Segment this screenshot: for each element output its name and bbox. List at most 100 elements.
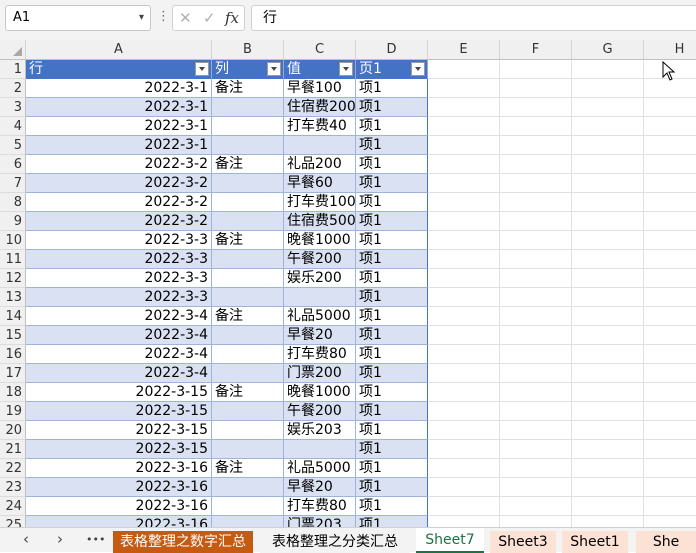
- more-sheets-icon[interactable]: •••: [86, 533, 105, 546]
- empty-cell[interactable]: [428, 231, 500, 250]
- table-cell[interactable]: [212, 440, 284, 459]
- table-cell[interactable]: 打车费80: [284, 345, 356, 364]
- table-cell[interactable]: [212, 117, 284, 136]
- table-cell[interactable]: [284, 440, 356, 459]
- table-cell[interactable]: 住宿费500: [284, 212, 356, 231]
- empty-cell[interactable]: [644, 497, 696, 516]
- chevron-down-icon[interactable]: ▾: [139, 6, 144, 30]
- table-cell[interactable]: 门票200: [284, 364, 356, 383]
- empty-cell[interactable]: [644, 269, 696, 288]
- empty-cell[interactable]: [500, 174, 572, 193]
- table-cell[interactable]: 礼品200: [284, 155, 356, 174]
- sheet-tab[interactable]: 表格整理之分类汇总: [260, 531, 410, 553]
- empty-cell[interactable]: [428, 383, 500, 402]
- table-cell[interactable]: 项1: [356, 307, 428, 326]
- table-cell[interactable]: 2022-3-2: [26, 174, 212, 193]
- empty-cell[interactable]: [500, 383, 572, 402]
- empty-cell[interactable]: [428, 516, 500, 527]
- prev-sheet-icon[interactable]: ‹: [23, 530, 29, 548]
- empty-cell[interactable]: [500, 98, 572, 117]
- table-cell[interactable]: 项1: [356, 117, 428, 136]
- table-cell[interactable]: 项1: [356, 383, 428, 402]
- table-cell[interactable]: 午餐200: [284, 250, 356, 269]
- empty-cell[interactable]: [572, 269, 644, 288]
- table-cell[interactable]: 2022-3-3: [26, 288, 212, 307]
- empty-cell[interactable]: [500, 345, 572, 364]
- table-cell[interactable]: 2022-3-15: [26, 402, 212, 421]
- name-box[interactable]: A1 ▾: [5, 5, 151, 31]
- table-cell[interactable]: [212, 364, 284, 383]
- empty-cell[interactable]: [500, 231, 572, 250]
- table-cell[interactable]: 2022-3-1: [26, 136, 212, 155]
- empty-cell[interactable]: [428, 440, 500, 459]
- row-header[interactable]: 6: [0, 155, 26, 174]
- row-header[interactable]: 23: [0, 478, 26, 497]
- empty-cell[interactable]: [644, 288, 696, 307]
- empty-cell[interactable]: [428, 421, 500, 440]
- sheet-tab[interactable]: 表格整理之数字汇总: [113, 531, 253, 553]
- column-header-c[interactable]: C: [284, 40, 356, 60]
- table-cell[interactable]: 打车费80: [284, 497, 356, 516]
- table-cell[interactable]: 项1: [356, 250, 428, 269]
- table-cell[interactable]: 项1: [356, 79, 428, 98]
- table-cell[interactable]: 2022-3-4: [26, 364, 212, 383]
- table-cell[interactable]: [212, 136, 284, 155]
- table-cell[interactable]: 娱乐200: [284, 269, 356, 288]
- table-header-cell[interactable]: 行: [26, 60, 212, 79]
- empty-cell[interactable]: [572, 440, 644, 459]
- table-cell[interactable]: 2022-3-4: [26, 307, 212, 326]
- empty-cell[interactable]: [644, 326, 696, 345]
- empty-cell[interactable]: [644, 345, 696, 364]
- empty-cell[interactable]: [428, 250, 500, 269]
- table-cell[interactable]: 早餐20: [284, 478, 356, 497]
- empty-cell[interactable]: [500, 421, 572, 440]
- empty-cell[interactable]: [644, 383, 696, 402]
- empty-cell[interactable]: [572, 231, 644, 250]
- empty-cell[interactable]: [500, 136, 572, 155]
- table-cell[interactable]: [212, 212, 284, 231]
- table-header-cell[interactable]: 页1: [356, 60, 428, 79]
- table-cell[interactable]: 项1: [356, 136, 428, 155]
- table-cell[interactable]: 2022-3-16: [26, 516, 212, 527]
- table-cell[interactable]: 项1: [356, 421, 428, 440]
- empty-cell[interactable]: [644, 193, 696, 212]
- table-cell[interactable]: [212, 497, 284, 516]
- empty-cell[interactable]: [572, 155, 644, 174]
- table-cell[interactable]: 2022-3-15: [26, 440, 212, 459]
- table-cell[interactable]: 项1: [356, 497, 428, 516]
- table-cell[interactable]: 项1: [356, 174, 428, 193]
- row-header[interactable]: 5: [0, 136, 26, 155]
- table-cell[interactable]: [212, 345, 284, 364]
- empty-cell[interactable]: [572, 136, 644, 155]
- empty-cell[interactable]: [572, 364, 644, 383]
- empty-cell[interactable]: [500, 155, 572, 174]
- empty-cell[interactable]: [500, 364, 572, 383]
- row-header[interactable]: 15: [0, 326, 26, 345]
- table-cell[interactable]: 2022-3-1: [26, 79, 212, 98]
- insert-function-icon[interactable]: fx: [225, 9, 239, 27]
- table-cell[interactable]: 2022-3-2: [26, 193, 212, 212]
- row-header[interactable]: 22: [0, 459, 26, 478]
- column-header-f[interactable]: F: [500, 40, 572, 60]
- table-cell[interactable]: 早餐20: [284, 326, 356, 345]
- empty-cell[interactable]: [428, 136, 500, 155]
- table-cell[interactable]: 早餐60: [284, 174, 356, 193]
- empty-cell[interactable]: [428, 193, 500, 212]
- empty-cell[interactable]: [500, 79, 572, 98]
- empty-cell[interactable]: [428, 212, 500, 231]
- table-cell[interactable]: 项1: [356, 440, 428, 459]
- table-cell[interactable]: 2022-3-4: [26, 326, 212, 345]
- row-header[interactable]: 8: [0, 193, 26, 212]
- empty-cell[interactable]: [572, 516, 644, 527]
- table-cell[interactable]: 住宿费200: [284, 98, 356, 117]
- empty-cell[interactable]: [572, 421, 644, 440]
- table-cell[interactable]: 项1: [356, 269, 428, 288]
- table-cell[interactable]: 早餐100: [284, 79, 356, 98]
- table-cell[interactable]: 项1: [356, 98, 428, 117]
- empty-cell[interactable]: [428, 79, 500, 98]
- empty-cell[interactable]: [500, 117, 572, 136]
- table-cell[interactable]: [212, 326, 284, 345]
- table-cell[interactable]: 娱乐203: [284, 421, 356, 440]
- table-cell[interactable]: 晚餐1000: [284, 383, 356, 402]
- filter-dropdown-icon[interactable]: [339, 62, 353, 76]
